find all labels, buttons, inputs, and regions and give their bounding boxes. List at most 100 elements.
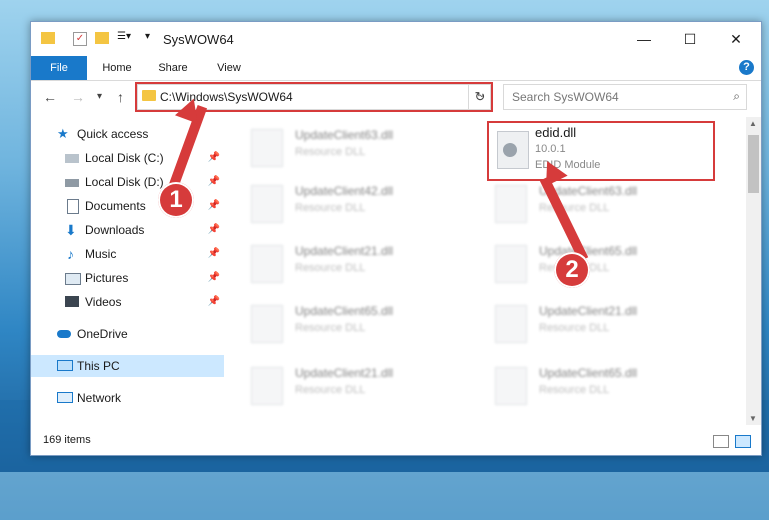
dll-file-icon [495,367,527,405]
navigation-pane: ★ Quick access Local Disk (C:) 📌 Local D… [31,117,224,425]
sidebar-item-label: Downloads [85,223,145,237]
tab-home[interactable]: Home [91,56,143,80]
document-icon [67,199,79,214]
scroll-down-icon[interactable]: ▼ [749,414,757,423]
file-description: Resource DLL [539,384,610,396]
pin-icon[interactable]: 📌 [208,219,220,241]
recent-locations-icon[interactable]: ▾ [97,91,102,102]
vertical-scrollbar[interactable]: ▲ ▼ [746,117,761,425]
list-item[interactable]: UpdateClient42.dll Resource DLL [245,179,475,227]
music-note-icon: ♪ [67,246,74,262]
sidebar-item-this-pc[interactable]: This PC [31,355,224,377]
list-item[interactable]: UpdateClient21.dll Resource DLL [245,239,475,287]
dll-file-icon [251,129,283,167]
file-name: UpdateClient65.dll [539,366,638,380]
sidebar-item-onedrive[interactable]: OneDrive [31,323,224,345]
search-input[interactable]: Search SysWOW64 ⌕ [503,84,747,110]
sidebar-item-videos[interactable]: Videos 📌 [31,291,224,313]
computer-icon [57,360,73,371]
file-name: UpdateClient42.dll [295,184,394,198]
file-description: Resource DLL [295,202,366,214]
file-description: Resource DLL [295,146,366,158]
pin-icon[interactable]: 📌 [208,267,220,289]
list-item[interactable]: UpdateClient63.dll Resource DLL [245,123,475,171]
item-count: 169 items [43,434,91,446]
annotation-badge-1: 1 [158,182,194,218]
navigation-bar: ← → ▾ ↑ C:\Windows\SysWOW64 ⌄ ↻ Search S… [31,81,761,115]
close-button[interactable]: ✕ [713,22,759,56]
drive-icon [65,179,79,187]
back-arrow-icon[interactable]: ← [43,89,57,105]
dll-file-icon [495,305,527,343]
explorer-window: ✓ ☰▾ ▾ SysWOW64 — ☐ ✕ File Home Share Vi… [30,21,762,456]
forward-arrow-icon[interactable]: → [71,89,85,105]
pin-icon[interactable]: 📌 [208,291,220,313]
sidebar-item-label: Videos [85,295,122,309]
list-item[interactable]: UpdateClient21.dll Resource DLL [245,361,475,409]
help-icon[interactable]: ? [739,60,754,75]
pin-icon[interactable]: 📌 [208,147,220,169]
dll-file-icon [495,245,527,283]
network-icon [57,392,73,403]
file-name: UpdateClient21.dll [295,366,394,380]
list-item[interactable]: UpdateClient63.dll Resource DLL [489,179,719,227]
window-title: SysWOW64 [163,32,234,47]
dll-file-icon [251,305,283,343]
maximize-button[interactable]: ☐ [667,22,713,56]
details-view-icon[interactable] [713,435,729,448]
sidebar-item-label: Local Disk (D:) [85,175,164,189]
annotation-badge-2: 2 [554,252,590,288]
ribbon-tabs: File Home Share View ? [31,56,761,81]
star-icon: ★ [57,126,69,141]
file-list: UpdateClient63.dll Resource DLL edid.dll… [227,117,745,425]
file-description: Resource DLL [295,384,366,396]
minimize-button[interactable]: — [621,22,667,56]
list-item[interactable]: UpdateClient65.dll Resource DLL [489,361,719,409]
sidebar-item-label: Music [85,247,117,261]
pin-icon[interactable]: 📌 [208,171,220,193]
sidebar-item-local-disk-c[interactable]: Local Disk (C:) 📌 [31,147,224,169]
folder-icon [41,32,55,44]
pin-icon[interactable]: 📌 [208,243,220,265]
large-icons-view-icon[interactable] [735,435,751,448]
picture-icon [65,273,81,285]
tab-view[interactable]: View [203,56,255,80]
dll-file-icon [495,185,527,223]
list-item[interactable]: UpdateClient65.dll Resource DLL [245,299,475,347]
title-bar: ✓ ☰▾ ▾ SysWOW64 — ☐ ✕ [31,22,761,56]
dll-file-icon [251,185,283,223]
sidebar-item-music[interactable]: ♪ Music 📌 [31,243,224,265]
sidebar-item-label: Network [77,391,122,405]
search-placeholder: Search SysWOW64 [512,90,619,104]
sidebar-item-label: Documents [85,199,146,213]
file-description: Resource DLL [539,322,610,334]
sidebar-item-downloads[interactable]: ⬇ Downloads 📌 [31,219,224,241]
sidebar-item-label: This PC [77,359,120,373]
sidebar-item-label: OneDrive [77,327,128,341]
pin-icon[interactable]: 📌 [208,195,220,217]
sidebar-item-network[interactable]: Network [31,387,224,409]
sidebar-item-label: Local Disk (C:) [85,151,164,165]
tab-file[interactable]: File [31,56,87,80]
chevron-down-icon[interactable]: ▾ [145,31,150,42]
sidebar-item-documents[interactable]: Documents 📌 [31,195,224,217]
file-name: UpdateClient63.dll [295,128,394,142]
list-item[interactable]: UpdateClient21.dll Resource DLL [489,299,719,347]
sidebar-item-pictures[interactable]: Pictures 📌 [31,267,224,289]
download-arrow-icon: ⬇ [65,222,77,238]
file-name: UpdateClient21.dll [295,244,394,258]
sidebar-item-local-disk-d[interactable]: Local Disk (D:) 📌 [31,171,224,193]
properties-icon[interactable]: ✓ [73,32,87,46]
scrollbar-thumb[interactable] [748,135,759,193]
cloud-icon [57,330,71,338]
customize-quick-access-icon[interactable]: ☰▾ [117,31,131,42]
file-name: UpdateClient21.dll [539,304,638,318]
scroll-up-icon[interactable]: ▲ [749,119,757,128]
dll-file-icon [251,245,283,283]
search-icon: ⌕ [733,89,740,103]
up-arrow-icon[interactable]: ↑ [117,89,124,105]
file-highlight [487,121,715,181]
tab-share[interactable]: Share [147,56,199,80]
new-folder-icon[interactable] [95,32,109,44]
list-item[interactable]: UpdateClient65.dll Resource DLL [489,239,719,287]
